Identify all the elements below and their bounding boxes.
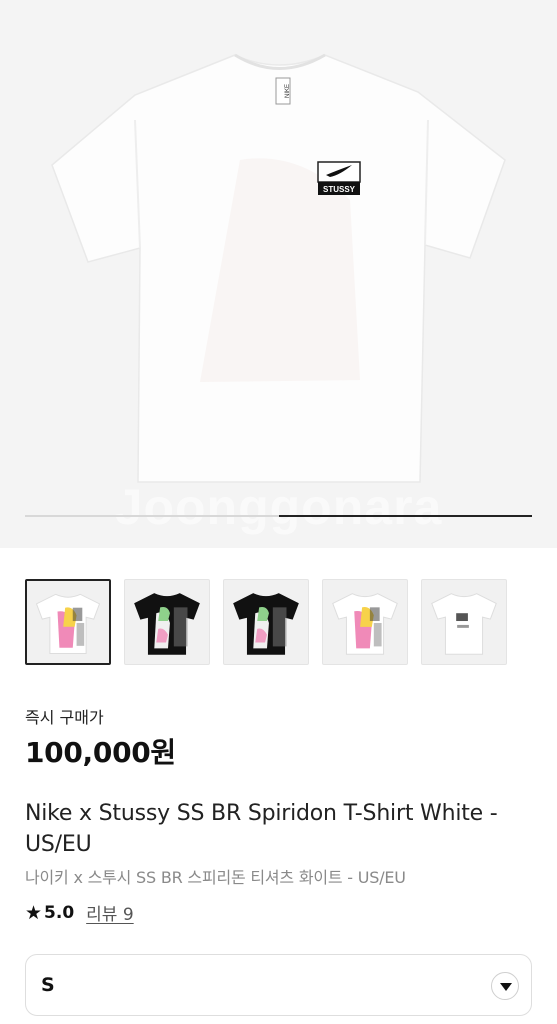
thumbnail-1[interactable]	[25, 579, 111, 665]
size-selected-value: S	[41, 974, 55, 996]
price-label: 즉시 구매가	[25, 708, 104, 727]
watermark: Joonggonara	[114, 479, 443, 535]
size-select[interactable]: S	[25, 954, 532, 1016]
price-value: 100,000원	[25, 736, 176, 769]
gallery-progress	[25, 515, 532, 517]
thumbnail-5[interactable]	[421, 579, 507, 665]
tag-label: NIKE	[285, 84, 291, 98]
thumbnail-4[interactable]	[322, 579, 408, 665]
product-subtitle: 나이키 x 스투시 SS BR 스피리돈 티셔츠 화이트 - US/EU	[25, 868, 406, 887]
review-link[interactable]: 리뷰 9	[86, 900, 134, 925]
thumbnail-3[interactable]	[223, 579, 309, 665]
gallery-progress-fill	[278, 515, 532, 517]
product-title: Nike x Stussy SS BR Spiridon T-Shirt Whi…	[25, 801, 498, 857]
rating-row: ★ 5.0 리뷰 9	[25, 900, 134, 926]
thumbnail-strip	[25, 579, 532, 665]
thumbnail-2[interactable]	[124, 579, 210, 665]
product-image-carousel[interactable]: NIKE STUSSY Joonggonara	[0, 0, 557, 548]
chevron-down-icon[interactable]	[491, 972, 519, 1000]
rating-value: 5.0	[44, 902, 75, 923]
product-image: NIKE STUSSY	[51, 53, 506, 483]
chest-logo-label: STUSSY	[323, 185, 356, 194]
chest-logo: STUSSY	[317, 161, 361, 195]
star-icon: ★	[25, 901, 43, 924]
